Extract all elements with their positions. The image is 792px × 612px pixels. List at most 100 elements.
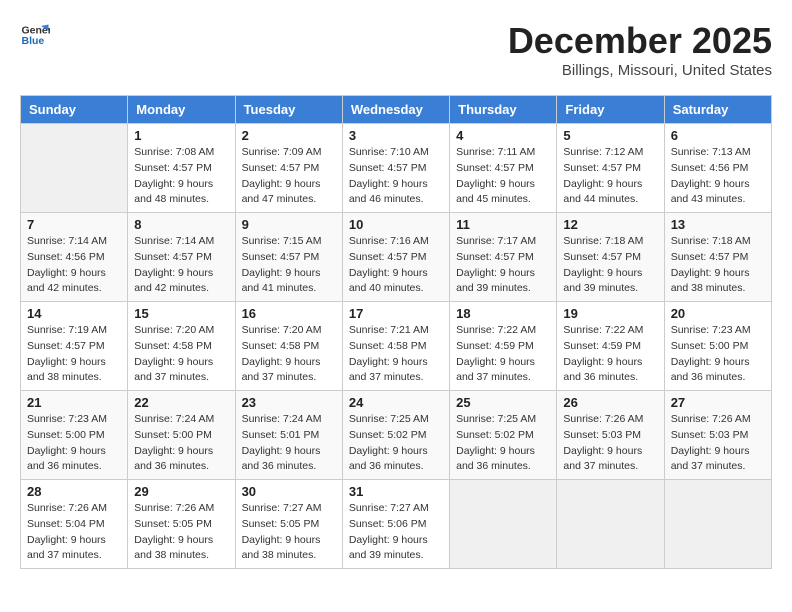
day-info: Sunrise: 7:27 AMSunset: 5:06 PMDaylight:… xyxy=(349,501,443,564)
calendar-cell: 18 Sunrise: 7:22 AMSunset: 4:59 PMDayligh… xyxy=(450,302,557,391)
calendar-cell xyxy=(557,480,664,569)
page-header: General Blue December 2025 Billings, Mis… xyxy=(20,20,772,79)
day-number: 20 xyxy=(671,306,765,321)
weekday-header: Saturday xyxy=(664,96,771,124)
calendar-cell: 2Sunrise: 7:09 AMSunset: 4:57 PMDaylight… xyxy=(235,124,342,213)
calendar-cell: 23Sunrise: 7:24 AMSunset: 5:01 PMDayligh… xyxy=(235,391,342,480)
calendar-cell: 13 Sunrise: 7:18 AMSunset: 4:57 PMDayligh… xyxy=(664,213,771,302)
weekday-header-row: SundayMondayTuesdayWednesdayThursdayFrid… xyxy=(21,96,772,124)
calendar-cell: 21 Sunrise: 7:23 AMSunset: 5:00 PMDayligh… xyxy=(21,391,128,480)
day-number: 17 xyxy=(349,306,443,321)
calendar-cell: 19 Sunrise: 7:22 AMSunset: 4:59 PMDayligh… xyxy=(557,302,664,391)
day-info: Sunrise: 7:20 AMSunset: 4:58 PMDaylight:… xyxy=(134,323,228,386)
day-info: Sunrise: 7:24 AMSunset: 5:00 PMDaylight:… xyxy=(134,412,228,475)
day-info: Sunrise: 7:26 AMSunset: 5:04 PMDaylight:… xyxy=(27,501,121,564)
calendar-cell: 14 Sunrise: 7:19 AMSunset: 4:57 PMDayligh… xyxy=(21,302,128,391)
day-number: 11 xyxy=(456,217,550,232)
day-info: Sunrise: 7:16 AMSunset: 4:57 PMDaylight:… xyxy=(349,234,443,297)
calendar-cell: 20 Sunrise: 7:23 AMSunset: 5:00 PMDayligh… xyxy=(664,302,771,391)
day-number: 19 xyxy=(563,306,657,321)
calendar-cell: 29Sunrise: 7:26 AMSunset: 5:05 PMDayligh… xyxy=(128,480,235,569)
calendar-cell: 3Sunrise: 7:10 AMSunset: 4:57 PMDaylight… xyxy=(342,124,449,213)
day-number: 12 xyxy=(563,217,657,232)
day-number: 14 xyxy=(27,306,121,321)
calendar-cell: 11 Sunrise: 7:17 AMSunset: 4:57 PMDayligh… xyxy=(450,213,557,302)
calendar-cell: 22 Sunrise: 7:24 AMSunset: 5:00 PMDayligh… xyxy=(128,391,235,480)
day-number: 31 xyxy=(349,484,443,499)
calendar-cell: 25 Sunrise: 7:25 AMSunset: 5:02 PMDayligh… xyxy=(450,391,557,480)
day-number: 5 xyxy=(563,128,657,143)
calendar-cell: 15 Sunrise: 7:20 AMSunset: 4:58 PMDayligh… xyxy=(128,302,235,391)
logo-icon: General Blue xyxy=(20,20,50,50)
day-info: Sunrise: 7:12 AMSunset: 4:57 PMDaylight:… xyxy=(563,145,657,208)
day-info: Sunrise: 7:26 AMSunset: 5:03 PMDaylight:… xyxy=(671,412,765,475)
day-info: Sunrise: 7:17 AMSunset: 4:57 PMDaylight:… xyxy=(456,234,550,297)
day-info: Sunrise: 7:21 AMSunset: 4:58 PMDaylight:… xyxy=(349,323,443,386)
day-number: 2 xyxy=(242,128,336,143)
day-info: Sunrise: 7:23 AMSunset: 5:00 PMDaylight:… xyxy=(671,323,765,386)
day-number: 25 xyxy=(456,395,550,410)
calendar-cell: 26 Sunrise: 7:26 AMSunset: 5:03 PMDayligh… xyxy=(557,391,664,480)
calendar-cell: 7 Sunrise: 7:14 AMSunset: 4:56 PMDaylight… xyxy=(21,213,128,302)
svg-text:Blue: Blue xyxy=(22,35,45,47)
day-number: 21 xyxy=(27,395,121,410)
day-info: Sunrise: 7:23 AMSunset: 5:00 PMDaylight:… xyxy=(27,412,121,475)
weekday-header: Friday xyxy=(557,96,664,124)
weekday-header: Wednesday xyxy=(342,96,449,124)
calendar-cell: 30Sunrise: 7:27 AMSunset: 5:05 PMDayligh… xyxy=(235,480,342,569)
day-number: 10 xyxy=(349,217,443,232)
day-info: Sunrise: 7:14 AMSunset: 4:57 PMDaylight:… xyxy=(134,234,228,297)
weekday-header: Thursday xyxy=(450,96,557,124)
day-info: Sunrise: 7:27 AMSunset: 5:05 PMDaylight:… xyxy=(242,501,336,564)
title-section: December 2025 Billings, Missouri, United… xyxy=(508,20,772,79)
calendar-cell: 31 Sunrise: 7:27 AMSunset: 5:06 PMDayligh… xyxy=(342,480,449,569)
day-number: 29 xyxy=(134,484,228,499)
day-info: Sunrise: 7:14 AMSunset: 4:56 PMDaylight:… xyxy=(27,234,121,297)
day-number: 7 xyxy=(27,217,121,232)
calendar-cell: 10 Sunrise: 7:16 AMSunset: 4:57 PMDayligh… xyxy=(342,213,449,302)
day-info: Sunrise: 7:15 AMSunset: 4:57 PMDaylight:… xyxy=(242,234,336,297)
location-subtitle: Billings, Missouri, United States xyxy=(508,62,772,79)
calendar-cell: 5 Sunrise: 7:12 AMSunset: 4:57 PMDaylight… xyxy=(557,124,664,213)
day-info: Sunrise: 7:18 AMSunset: 4:57 PMDaylight:… xyxy=(671,234,765,297)
day-number: 4 xyxy=(456,128,550,143)
calendar-cell xyxy=(664,480,771,569)
day-info: Sunrise: 7:25 AMSunset: 5:02 PMDaylight:… xyxy=(349,412,443,475)
day-info: Sunrise: 7:22 AMSunset: 4:59 PMDaylight:… xyxy=(456,323,550,386)
day-number: 18 xyxy=(456,306,550,321)
day-number: 13 xyxy=(671,217,765,232)
day-number: 28 xyxy=(27,484,121,499)
calendar-cell: 1Sunrise: 7:08 AMSunset: 4:57 PMDaylight… xyxy=(128,124,235,213)
day-number: 27 xyxy=(671,395,765,410)
weekday-header: Sunday xyxy=(21,96,128,124)
day-number: 22 xyxy=(134,395,228,410)
day-number: 6 xyxy=(671,128,765,143)
day-number: 26 xyxy=(563,395,657,410)
logo: General Blue xyxy=(20,20,50,50)
day-number: 24 xyxy=(349,395,443,410)
day-info: Sunrise: 7:11 AMSunset: 4:57 PMDaylight:… xyxy=(456,145,550,208)
day-number: 15 xyxy=(134,306,228,321)
day-info: Sunrise: 7:22 AMSunset: 4:59 PMDaylight:… xyxy=(563,323,657,386)
day-info: Sunrise: 7:26 AMSunset: 5:03 PMDaylight:… xyxy=(563,412,657,475)
calendar-cell: 12Sunrise: 7:18 AMSunset: 4:57 PMDayligh… xyxy=(557,213,664,302)
calendar-cell: 27 Sunrise: 7:26 AMSunset: 5:03 PMDayligh… xyxy=(664,391,771,480)
day-info: Sunrise: 7:25 AMSunset: 5:02 PMDaylight:… xyxy=(456,412,550,475)
day-info: Sunrise: 7:13 AMSunset: 4:56 PMDaylight:… xyxy=(671,145,765,208)
calendar-cell: 17 Sunrise: 7:21 AMSunset: 4:58 PMDayligh… xyxy=(342,302,449,391)
calendar-cell: 4 Sunrise: 7:11 AMSunset: 4:57 PMDaylight… xyxy=(450,124,557,213)
day-number: 1 xyxy=(134,128,228,143)
calendar-week-row: 14 Sunrise: 7:19 AMSunset: 4:57 PMDayligh… xyxy=(21,302,772,391)
day-number: 3 xyxy=(349,128,443,143)
calendar-week-row: 21 Sunrise: 7:23 AMSunset: 5:00 PMDayligh… xyxy=(21,391,772,480)
day-number: 9 xyxy=(242,217,336,232)
day-info: Sunrise: 7:19 AMSunset: 4:57 PMDaylight:… xyxy=(27,323,121,386)
day-number: 8 xyxy=(134,217,228,232)
calendar-cell: 9 Sunrise: 7:15 AMSunset: 4:57 PMDaylight… xyxy=(235,213,342,302)
calendar-table: SundayMondayTuesdayWednesdayThursdayFrid… xyxy=(20,95,772,569)
calendar-cell: 8 Sunrise: 7:14 AMSunset: 4:57 PMDaylight… xyxy=(128,213,235,302)
day-number: 23 xyxy=(242,395,336,410)
month-title: December 2025 xyxy=(508,20,772,62)
calendar-cell: 16Sunrise: 7:20 AMSunset: 4:58 PMDayligh… xyxy=(235,302,342,391)
day-number: 16 xyxy=(242,306,336,321)
